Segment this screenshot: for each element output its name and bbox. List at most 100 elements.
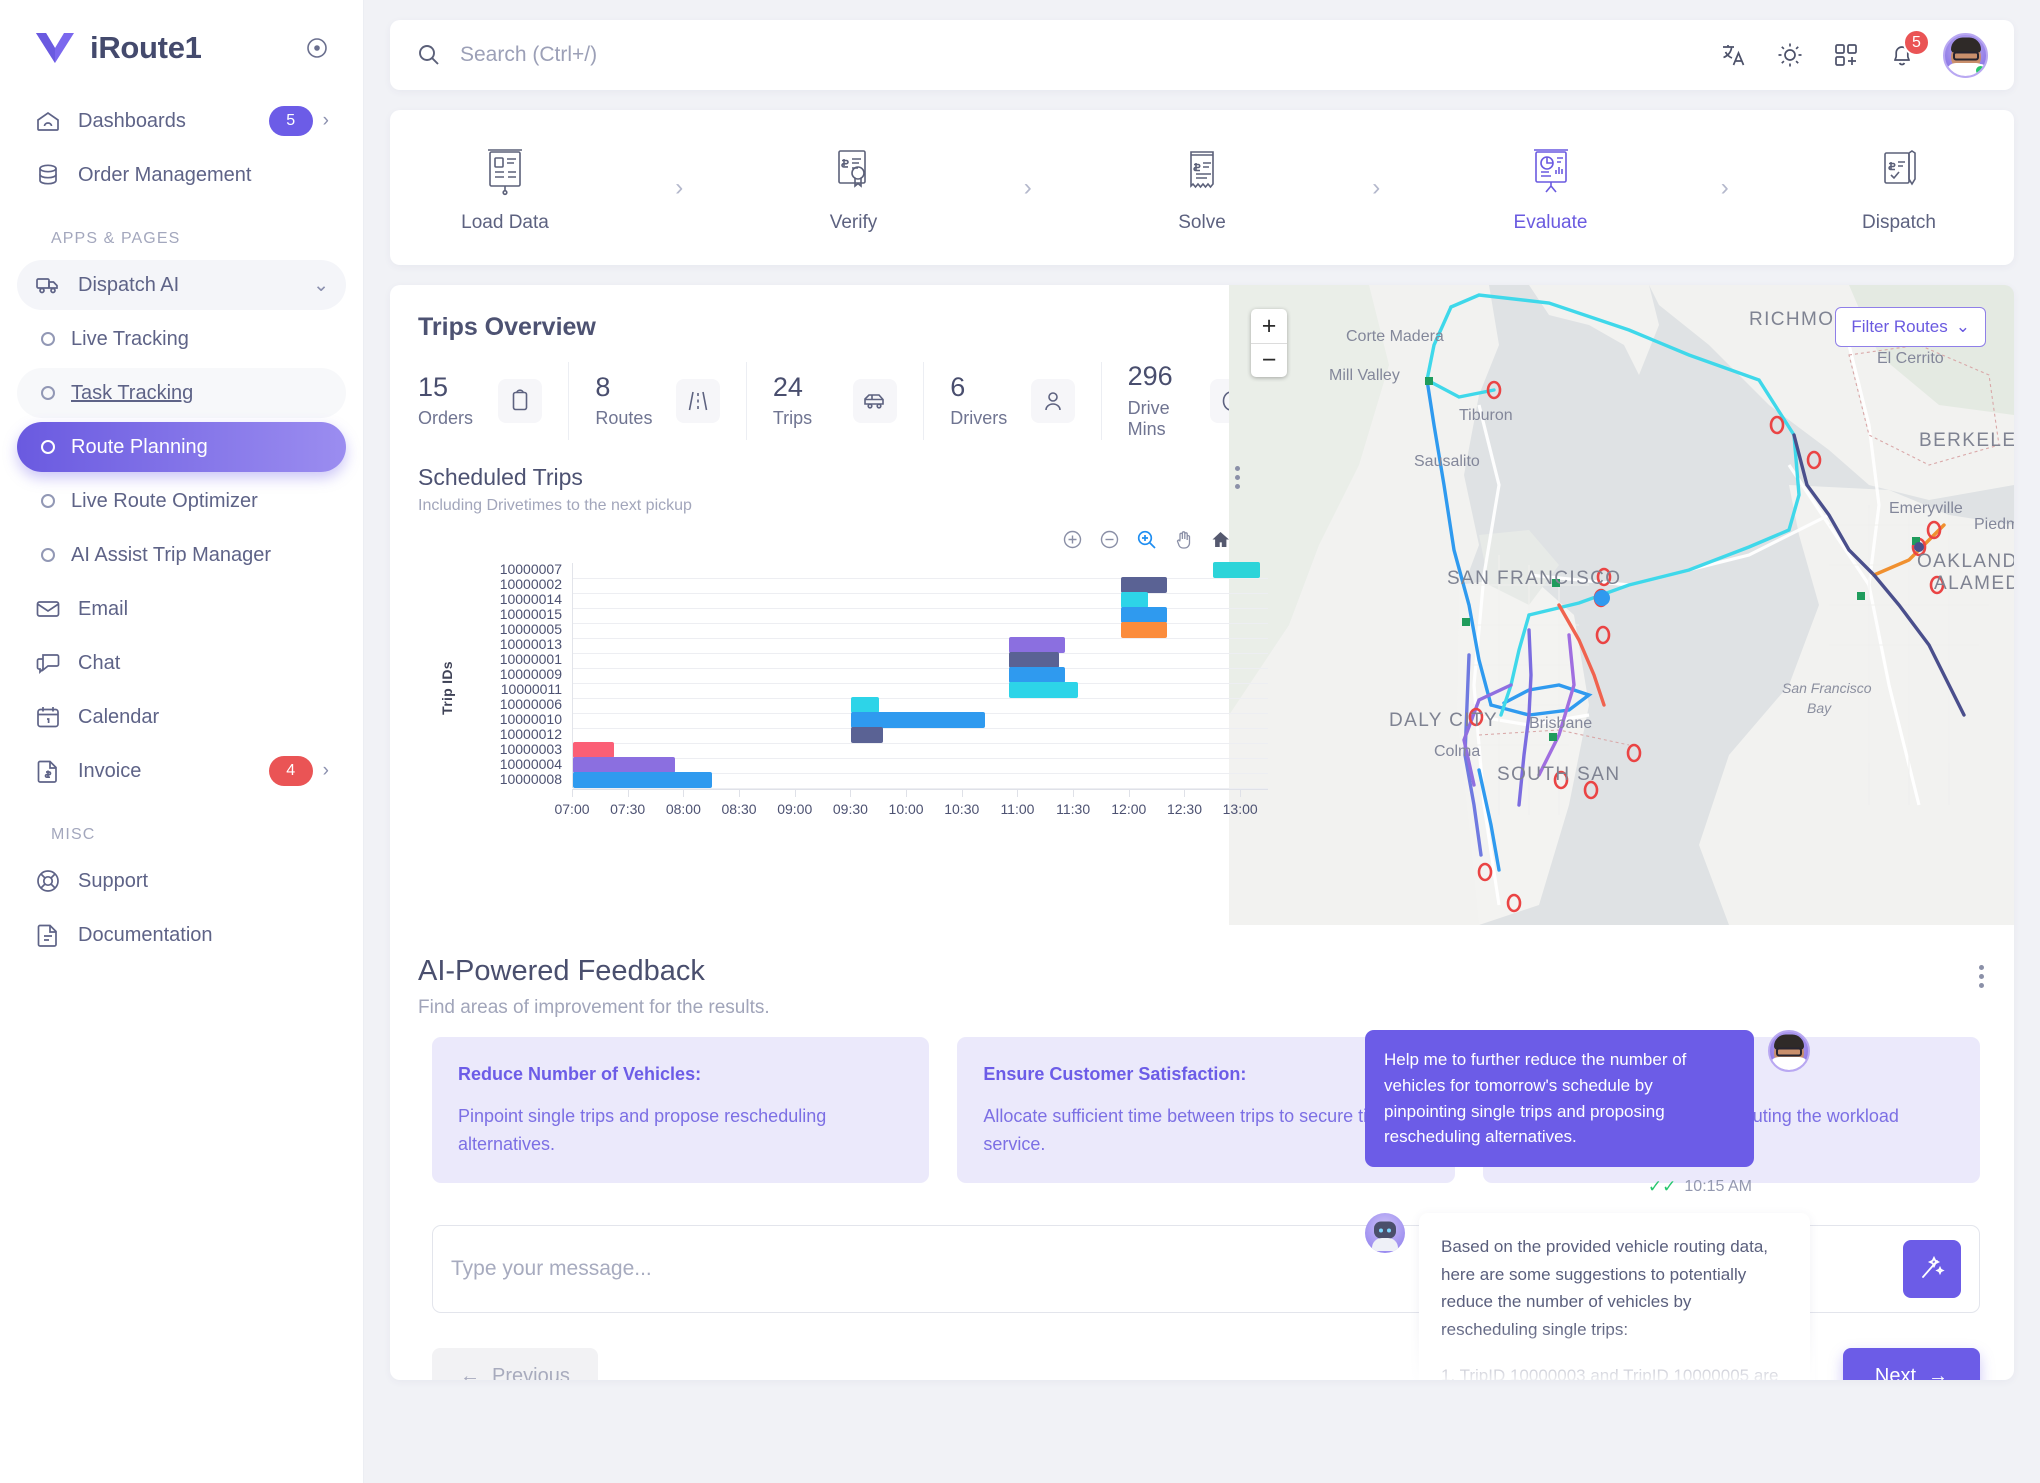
feedback-card-body: Pinpoint single trips and propose resche… <box>458 1105 827 1154</box>
feedback-header: AI-Powered Feedback Find areas of improv… <box>418 955 770 1019</box>
chart-bar[interactable] <box>573 772 713 789</box>
sidebar-item-calendar[interactable]: Calendar <box>17 692 346 742</box>
chart-bar[interactable] <box>573 757 676 774</box>
chart-bar[interactable] <box>851 712 986 729</box>
feedback-card-body: Allocate sufficient time between trips t… <box>983 1105 1406 1154</box>
arrow-left-icon: ← <box>460 1364 480 1381</box>
search-container[interactable] <box>416 42 1719 68</box>
scheduled-trips-menu-button[interactable] <box>1235 465 1240 489</box>
sidebar-item-chat[interactable]: Chat <box>17 638 346 688</box>
chart-bar[interactable] <box>851 727 883 744</box>
route-map[interactable]: + − Filter Routes ⌄ RICHMOND Corte Madera… <box>1229 285 2014 925</box>
panning-icon[interactable] <box>1173 529 1194 555</box>
sidebar-item-route-planning[interactable]: Route Planning <box>17 422 346 472</box>
search-input[interactable] <box>460 43 960 67</box>
sidebar-item-invoice[interactable]: Invoice 4 › <box>17 746 346 796</box>
stats-row: 15 Orders 8 Routes 24 Trips 6 Drivers 29… <box>418 361 1278 440</box>
chart-gridline <box>573 667 1268 669</box>
step-load-data[interactable]: Load Data <box>430 142 580 234</box>
chart-x-tick <box>1240 789 1242 797</box>
search-icon <box>416 42 442 68</box>
circle-dot-icon[interactable] <box>305 36 329 60</box>
sidebar-item-live-route-optimizer[interactable]: Live Route Optimizer <box>17 476 346 526</box>
sidebar-section-apps: APPS & PAGES <box>51 230 181 247</box>
feedback-card-reduce-vehicles[interactable]: Reduce Number of Vehicles: Pinpoint sing… <box>432 1037 930 1183</box>
chart-bar[interactable] <box>851 697 880 714</box>
chevron-right-icon: › <box>322 760 329 781</box>
zoom-out-icon[interactable] <box>1099 529 1120 555</box>
chat-icon <box>34 649 62 677</box>
next-label: Next <box>1874 1364 1916 1381</box>
feedback-menu-button[interactable] <box>1979 965 1984 988</box>
bullet-circle-icon <box>41 440 55 454</box>
selection-zoom-icon[interactable] <box>1136 529 1157 555</box>
chart-x-tick <box>794 789 796 797</box>
sidebar-item-ai-assist-trip-manager[interactable]: AI Assist Trip Manager <box>17 530 346 580</box>
sidebar-item-dispatch-ai[interactable]: Dispatch AI ⌄ <box>17 260 346 310</box>
apps-grid-plus-icon[interactable] <box>1831 40 1861 70</box>
workflow-stepper: Load Data › Verify › Solve › Evaluate › … <box>390 110 2014 265</box>
map-zoom-controls[interactable]: + − <box>1251 309 1287 377</box>
chart-bar[interactable] <box>1120 607 1167 624</box>
bot-message-bubble: Based on the provided vehicle routing da… <box>1419 1213 1810 1380</box>
step-evaluate[interactable]: Evaluate <box>1476 142 1626 234</box>
chart-bar[interactable] <box>1120 577 1167 594</box>
calendar-icon <box>34 703 62 731</box>
user-avatar <box>1768 1030 1810 1072</box>
map-zoom-out-button[interactable]: − <box>1251 343 1287 377</box>
topbar: 5 <box>390 20 2014 90</box>
certificate-icon <box>826 142 882 198</box>
chart-bar[interactable] <box>1009 652 1060 669</box>
step-dispatch[interactable]: Dispatch <box>1824 142 1974 234</box>
chat-overlay: Help me to further reduce the number of … <box>1365 1030 1810 1380</box>
step-separator: › <box>675 173 684 201</box>
chart-bar[interactable] <box>1213 562 1260 579</box>
sidebar-item-live-tracking[interactable]: Live Tracking <box>17 314 346 364</box>
reset-home-icon[interactable] <box>1210 529 1231 555</box>
sidebar-item-documentation[interactable]: Documentation <box>17 910 346 960</box>
invoice-badge: 4 <box>268 756 313 786</box>
chart-x-tick-label: 13:00 <box>1222 800 1258 817</box>
stat-value: 8 <box>595 371 611 402</box>
send-message-button[interactable] <box>1903 1240 1961 1298</box>
notifications-button[interactable]: 5 <box>1887 29 1930 70</box>
step-solve[interactable]: Solve <box>1127 142 1277 234</box>
sidebar-item-support[interactable]: Support <box>17 856 346 906</box>
scheduled-trips-header: Scheduled Trips Including Drivetimes to … <box>390 440 1240 515</box>
chart-bar[interactable] <box>1009 637 1065 654</box>
chart-x-tick-label: 10:00 <box>888 800 924 817</box>
sidebar-item-dashboards[interactable]: Dashboards 5 › <box>17 96 346 146</box>
scheduled-trips-chart[interactable]: Trip IDs 10000007 10000002 10000014 1000001… <box>418 561 1278 817</box>
chart-gridline <box>573 682 1268 684</box>
map-zoom-in-button[interactable]: + <box>1251 309 1287 343</box>
chart-x-tick <box>627 789 629 797</box>
bot-body <box>1372 1238 1398 1252</box>
step-separator: › <box>1372 173 1381 201</box>
chart-x-tick-label: 11:30 <box>1056 800 1091 817</box>
chart-bar[interactable] <box>573 742 614 759</box>
sidebar-item-email[interactable]: Email <box>17 584 346 634</box>
chart-bar[interactable] <box>1120 622 1167 639</box>
translate-icon[interactable] <box>1719 40 1749 70</box>
stat-orders: 15 Orders <box>418 362 568 440</box>
next-button[interactable]: Next → <box>1842 1348 1980 1381</box>
user-avatar[interactable] <box>1943 32 1988 78</box>
chart-x-tick-label: 12:30 <box>1166 800 1202 817</box>
sidebar-item-order-management[interactable]: Order Management <box>17 150 346 200</box>
stat-value: 296 <box>1127 361 1173 391</box>
sidebar: iRoute1 Dashboards 5 › Order Management <box>0 0 364 1483</box>
invoice-pen-icon <box>1871 142 1927 198</box>
zoom-in-icon[interactable] <box>1062 529 1083 555</box>
chart-bar[interactable] <box>1009 682 1078 699</box>
brand-name: iRoute1 <box>90 30 202 65</box>
chart-y-tick-label: 10000014 <box>499 591 562 608</box>
chart-bar[interactable] <box>1120 592 1149 609</box>
previous-button[interactable]: ← Previous <box>432 1348 598 1380</box>
bullet-circle-icon <box>41 494 55 508</box>
bot-avatar-icon <box>1365 1213 1405 1254</box>
step-verify[interactable]: Verify <box>779 142 929 234</box>
filter-routes-button[interactable]: Filter Routes ⌄ <box>1835 307 1986 347</box>
sun-icon[interactable] <box>1775 40 1805 70</box>
sidebar-item-task-tracking[interactable]: Task Tracking <box>17 368 346 418</box>
chart-bar[interactable] <box>1009 667 1065 684</box>
